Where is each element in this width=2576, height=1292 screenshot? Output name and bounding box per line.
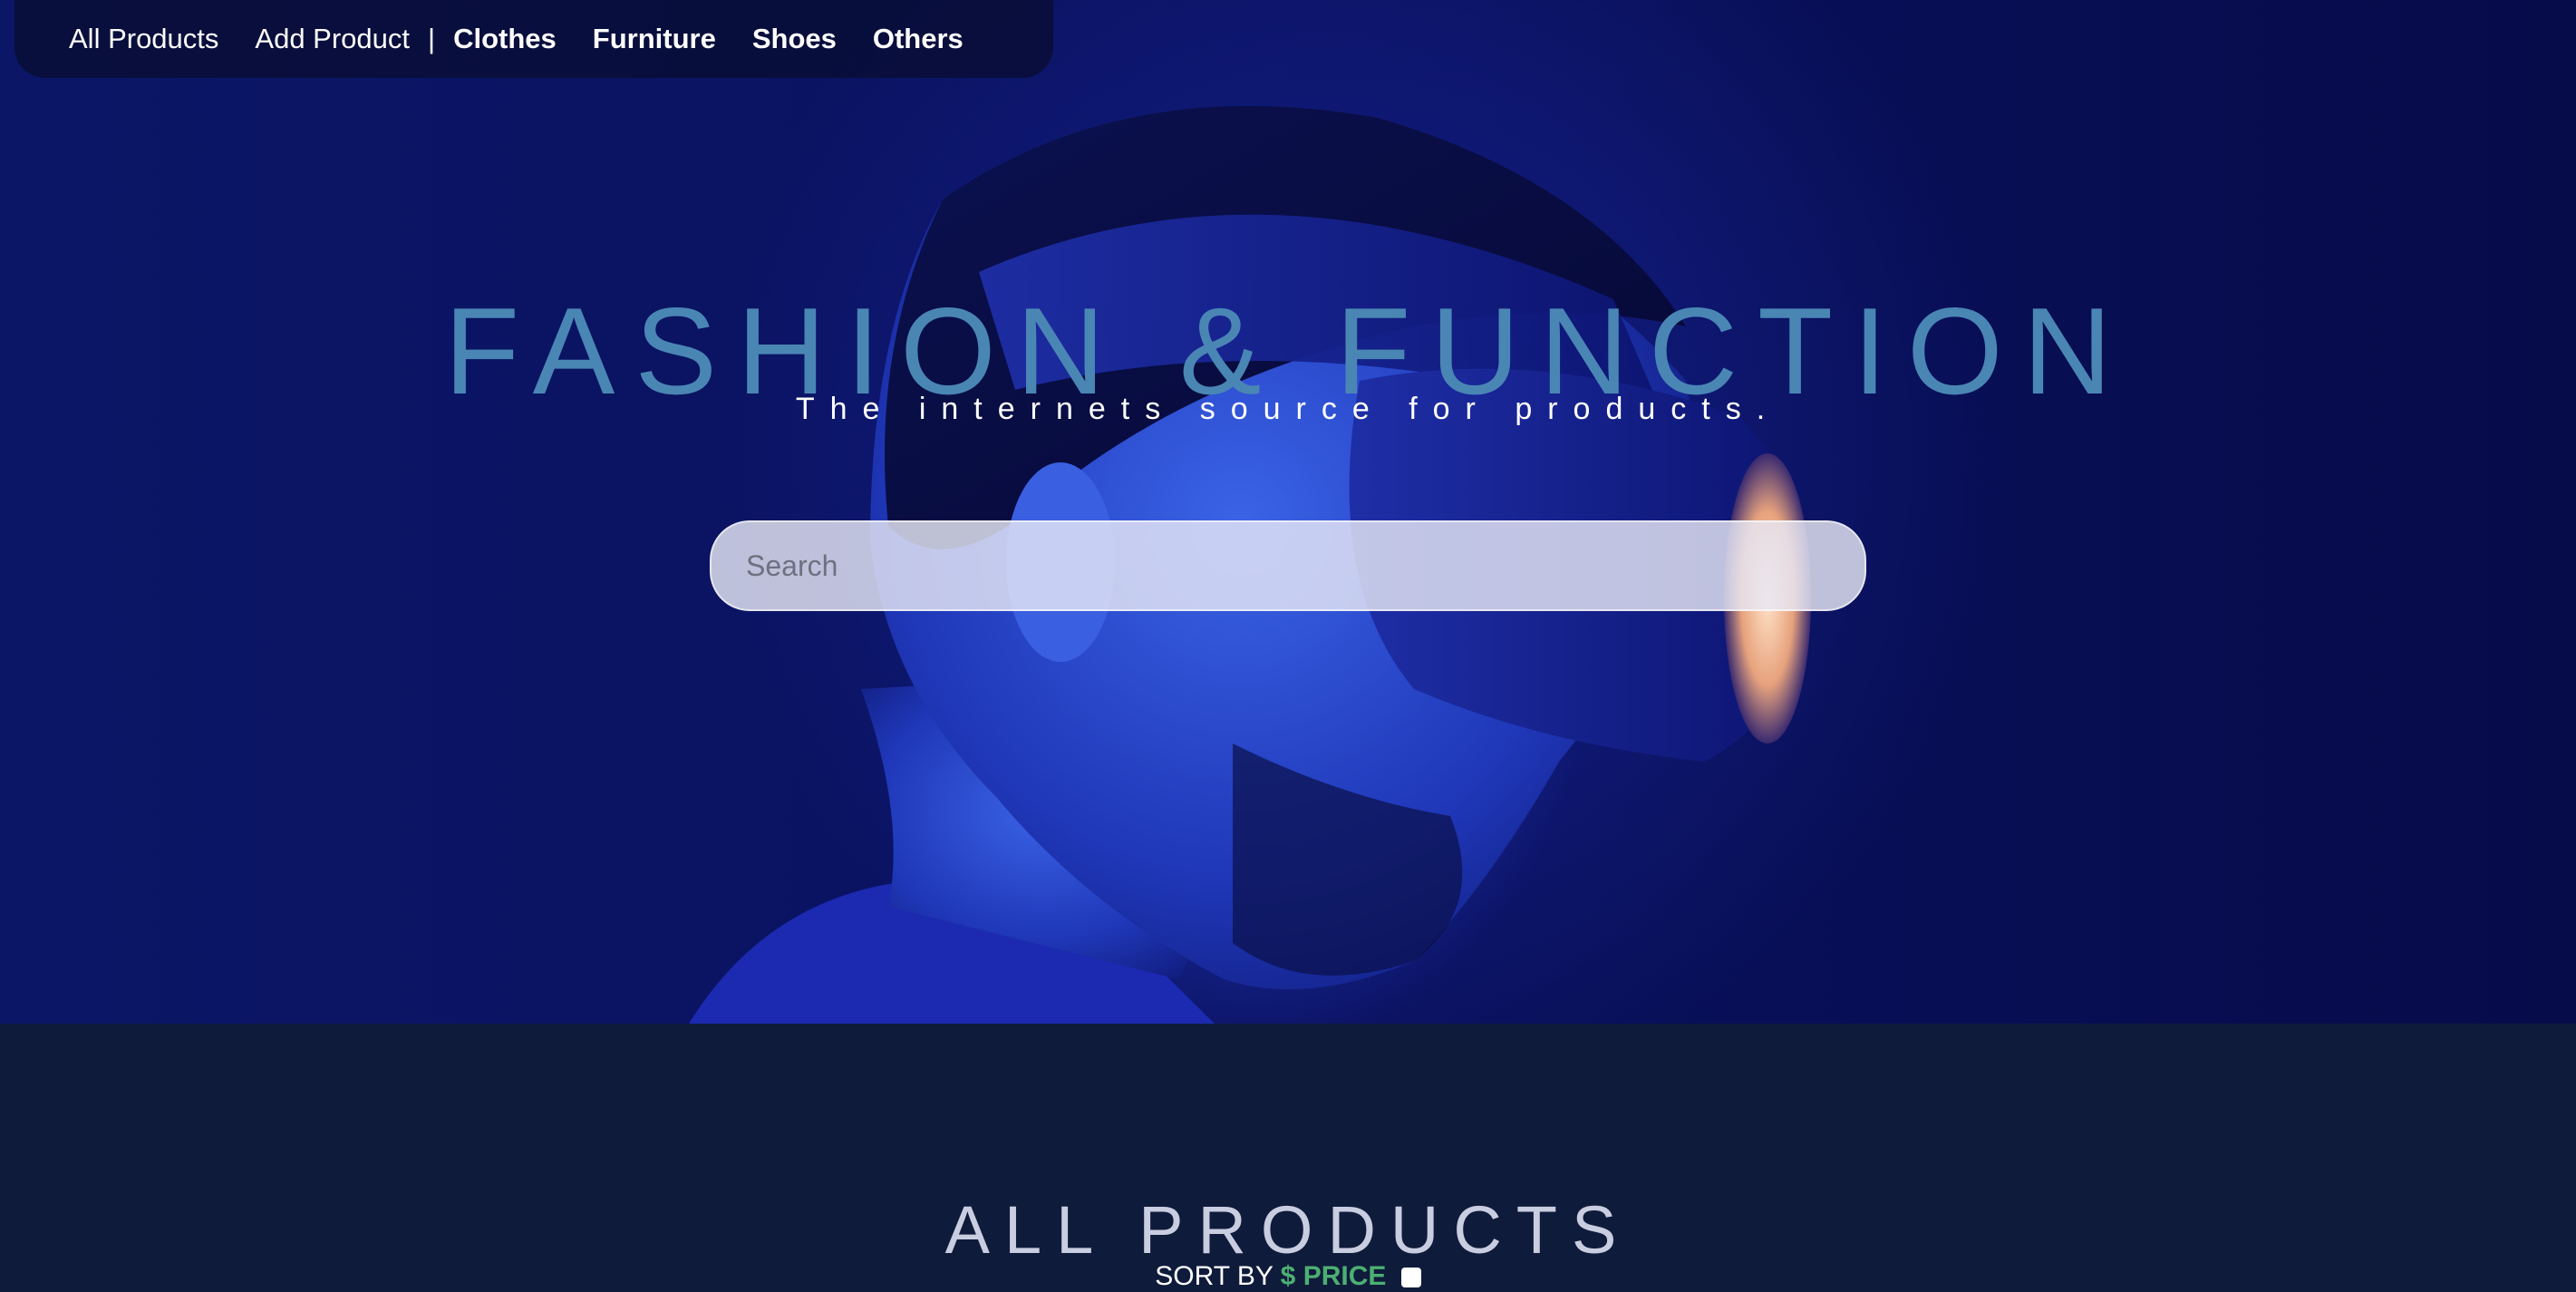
products-title: ALL PRODUCTS xyxy=(944,1192,1632,1268)
sort-label: SORT BY xyxy=(1155,1261,1273,1291)
nav-category-shoes[interactable]: Shoes xyxy=(752,23,837,55)
nav-category-furniture[interactable]: Furniture xyxy=(593,23,716,55)
search-bar xyxy=(710,520,1866,611)
nav-separator: | xyxy=(428,23,436,54)
search-input[interactable] xyxy=(710,520,1866,611)
nav-category-clothes[interactable]: Clothes xyxy=(453,23,557,55)
sort-price-checkbox[interactable] xyxy=(1400,1268,1421,1287)
sort-price-option[interactable]: $ PRICE xyxy=(1281,1261,1387,1291)
hero-subtitle: The internets source for products. xyxy=(795,392,1781,426)
nav-category-others[interactable]: Others xyxy=(873,23,964,55)
nav-add-product[interactable]: Add Product xyxy=(255,23,410,55)
hero-banner xyxy=(0,0,2576,1024)
sort-control: SORT BY $ PRICE xyxy=(0,1261,2576,1292)
top-nav: All Products Add Product | Clothes Furni… xyxy=(15,0,1053,78)
hero-background-image xyxy=(689,105,1811,1024)
products-section: ALL PRODUCTS SORT BY $ PRICE xyxy=(0,1024,2576,1291)
nav-all-products[interactable]: All Products xyxy=(69,23,218,55)
